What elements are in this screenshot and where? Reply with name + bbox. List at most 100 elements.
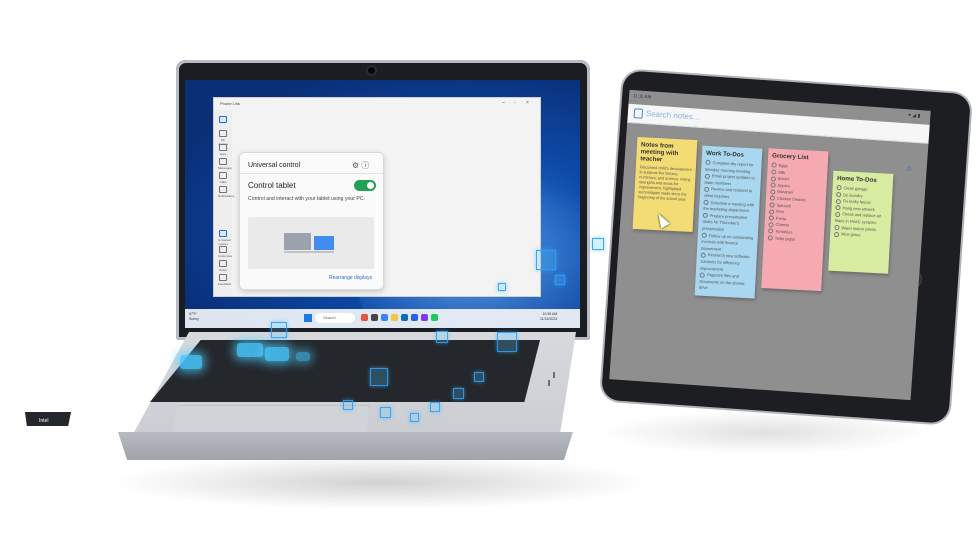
floating-pixel: [410, 413, 419, 422]
home-icon: [219, 116, 227, 123]
nav-item-calls[interactable]: Calls: [218, 172, 228, 184]
start-button[interactable]: [304, 314, 312, 322]
settings-icon[interactable]: ⚙: [352, 161, 359, 170]
note-title: Notes from meeting with teacher: [640, 141, 679, 164]
nav-item-notifications[interactable]: Notifications: [218, 186, 234, 198]
nav-item-customize[interactable]: Customize: [218, 246, 232, 258]
floating-pixel: [497, 332, 517, 352]
notes-app-icon: [633, 108, 644, 119]
note-item[interactable]: Follow up on outstanding invoices with f…: [701, 232, 754, 254]
glowing-key: [296, 352, 310, 361]
floating-pixel: [370, 368, 388, 386]
floating-pixel: [271, 322, 287, 338]
note-item[interactable]: Organize files and documents on the shar…: [699, 272, 752, 294]
note-item[interactable]: Research new software solutions for effi…: [700, 252, 753, 274]
control-tablet-toggle[interactable]: [354, 180, 376, 191]
maximize-icon[interactable]: ▫: [514, 100, 516, 106]
toggle-description: Control and interact with your tablet us…: [248, 196, 366, 202]
help-icon[interactable]: ⓘ: [361, 161, 369, 170]
taskbar-search[interactable]: Search: [315, 313, 355, 323]
taskbar: 67°F Sunny Search 10:55 AM 11/15/2024: [185, 309, 580, 328]
note-card[interactable]: Work To-Dos Complete the report for Mond…: [694, 145, 763, 299]
display-arrangement-preview[interactable]: [248, 217, 374, 269]
note-title: Home To-Dos: [836, 174, 877, 185]
taskbar-app-icon[interactable]: [361, 314, 368, 321]
devices-icon: [219, 130, 227, 137]
taskbar-app-icon[interactable]: [381, 314, 388, 321]
search-icon[interactable]: ⌕: [906, 163, 912, 174]
tablet-display-icon[interactable]: [314, 236, 334, 250]
glowing-key: [265, 347, 289, 361]
taskbar-app-icon[interactable]: [401, 314, 408, 321]
floating-pixel: [453, 388, 464, 399]
laptop-base-edge: [118, 432, 573, 460]
floating-pixel: [498, 283, 506, 291]
nav-rail: My devices Apps Messages Calls Notificat…: [214, 110, 234, 296]
weather-temp: 67°F: [189, 312, 197, 316]
floating-pixel: [343, 400, 353, 410]
badge-text: Intel: [39, 418, 49, 424]
taskbar-app-icon[interactable]: [431, 314, 438, 321]
note-item[interactable]: Toilet paper: [768, 235, 820, 244]
divider: [240, 173, 383, 174]
glowing-key: [180, 355, 202, 369]
toggle-knob: [367, 182, 374, 189]
status-time: 11:11 AM: [632, 93, 652, 100]
phone-icon: [219, 172, 227, 179]
weather-desc: Sunny: [189, 317, 199, 321]
toggle-label: Control tablet: [248, 181, 296, 190]
card-title: Universal control: [248, 162, 301, 169]
note-item[interactable]: Prepare presentation slides for Thursday…: [702, 212, 755, 234]
taskbar-app-icon[interactable]: [421, 314, 428, 321]
laptop-shadow: [110, 455, 650, 510]
folder-icon[interactable]: [391, 314, 398, 321]
status-icons: ▾ ◢ ▮: [908, 112, 921, 120]
floating-pixel: [436, 331, 448, 343]
floating-pixel: [430, 402, 440, 412]
note-card[interactable]: Grocery List Eggs Milk Bread Apples Bana…: [761, 148, 829, 292]
note-body: Discussed child's development in subject…: [638, 165, 692, 202]
note-title: Grocery List: [771, 152, 809, 162]
universal-control-card: Universal control ⚙ ⓘ Control tablet Con…: [239, 152, 384, 290]
rearrange-displays-link[interactable]: Rearrange displays: [329, 275, 372, 281]
bell-icon: [219, 186, 227, 193]
palette-icon: [219, 246, 227, 253]
nav-item-feedback[interactable]: Feedback: [218, 274, 231, 286]
scene: Phone Link – ▫ × My devices Apps Message…: [0, 0, 978, 550]
apps-icon: [219, 144, 227, 151]
search-placeholder: Search notes...: [645, 109, 700, 122]
pc-display-icon[interactable]: [284, 233, 311, 250]
nav-item-apps[interactable]: Apps: [218, 144, 228, 156]
gear-icon: [219, 260, 227, 267]
keyboard: [150, 340, 540, 402]
close-icon[interactable]: ×: [526, 100, 529, 106]
usb-port: [553, 372, 555, 378]
tablet-screen: 11:11 AM ▾ ◢ ▮ Search notes... ⌕ Notes f…: [609, 89, 931, 401]
floating-pixel: [555, 275, 565, 285]
taskbar-app-icon[interactable]: [371, 314, 378, 321]
window-title: Phone Link: [220, 101, 241, 106]
nav-item-setup[interactable]: Setup: [218, 260, 228, 272]
webcam: [368, 67, 375, 74]
laptop-screen: Phone Link – ▫ × My devices Apps Message…: [185, 80, 580, 328]
feedback-icon: [219, 274, 227, 281]
usb-port: [548, 380, 550, 386]
weather-widget[interactable]: 67°F Sunny: [189, 312, 199, 322]
floating-pixel: [380, 407, 391, 418]
glowing-key: [237, 343, 263, 357]
nav-item-universal-control[interactable]: Universal control: [218, 230, 231, 246]
note-title: Work To-Dos: [705, 149, 745, 159]
tablet-icon: [219, 230, 227, 237]
taskbar-clock[interactable]: 10:55 AM 11/15/2024: [540, 312, 557, 322]
nav-item-messages[interactable]: Messages: [218, 158, 232, 170]
floating-pixel: [474, 372, 484, 382]
floating-pixel: [592, 238, 604, 250]
note-item[interactable]: Mow grass: [834, 231, 886, 240]
note-card[interactable]: Home To-Dos Clean garage Do laundry Fix …: [828, 170, 894, 274]
taskbar-app-icon[interactable]: [411, 314, 418, 321]
nav-item-home[interactable]: [218, 116, 228, 124]
floating-pixel: [536, 250, 556, 270]
minimize-icon[interactable]: –: [502, 100, 505, 106]
monitor-stand: [284, 251, 334, 253]
messages-icon: [219, 158, 227, 165]
